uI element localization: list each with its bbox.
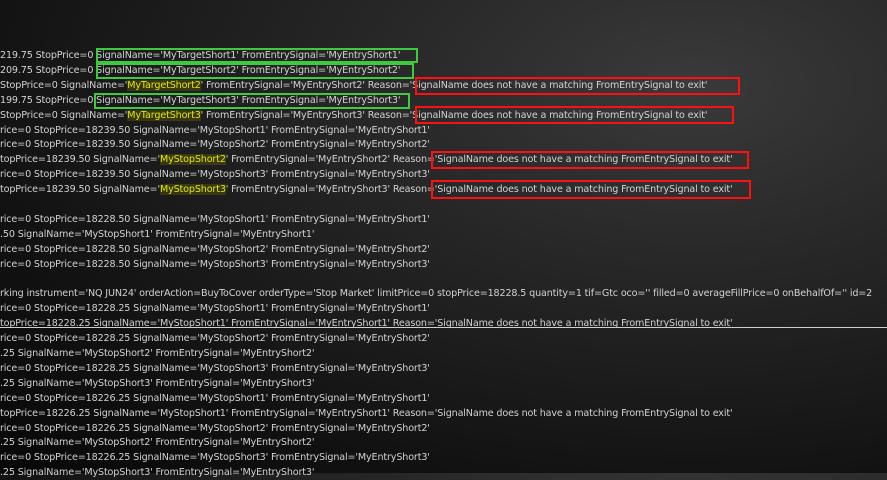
log-line: rice=0 StopPrice=18226.25 SignalName='My… [0, 451, 430, 465]
log-text: rice=0 StopPrice=18239.50 SignalName='My… [0, 139, 430, 151]
highlighted-signal-name: MyStopShort3 [159, 184, 226, 196]
log-text: rice=0 StopPrice=18228.25 SignalName='My… [0, 333, 430, 345]
log-text: rice=0 StopPrice=18226.25 SignalName='My… [0, 422, 430, 434]
log-line: rice=0 StopPrice=18226.25 SignalName='My… [0, 422, 430, 436]
log-text: topPrice=18226.25 SignalName='MyStopShor… [0, 407, 733, 419]
log-line: topPrice=18228.25 SignalName='MyStopShor… [0, 317, 733, 331]
log-line: .25 SignalName='MyStopShort3' FromEntryS… [0, 466, 314, 480]
highlighted-signal-name: MyTargetShort3 [127, 109, 201, 121]
log-text: .50 SignalName='MyStopShort1' FromEntryS… [0, 228, 315, 240]
log-text: rice=0 StopPrice=18228.50 SignalName='My… [0, 258, 430, 270]
log-line: rice=0 StopPrice=18228.50 SignalName='My… [0, 243, 430, 257]
log-line: rking instrument='NQ JUN24' orderAction=… [0, 287, 872, 301]
annotation-box-red [415, 77, 740, 95]
log-text: topPrice=18239.50 SignalName=' [0, 184, 160, 196]
log-text: rice=0 StopPrice=18226.25 SignalName='My… [0, 392, 430, 404]
highlighted-signal-name: MyTargetShort2 [127, 79, 201, 91]
log-text: .25 SignalName='MyStopShort2' FromEntryS… [0, 437, 315, 449]
log-text: rice=0 StopPrice=18228.25 SignalName='My… [0, 362, 430, 374]
log-text: rice=0 StopPrice=18228.50 SignalName='My… [0, 243, 430, 255]
log-line: rice=0 StopPrice=18239.50 SignalName='My… [0, 138, 430, 152]
log-text: rice=0 StopPrice=18239.50 SignalName='My… [0, 169, 430, 181]
log-text: topPrice=18239.50 SignalName=' [0, 154, 160, 166]
log-line: rice=0 StopPrice=18239.50 SignalName='My… [0, 168, 430, 182]
log-line: .25 SignalName='MyStopShort3' FromEntryS… [0, 377, 314, 391]
log-text: rice=0 StopPrice=18228.50 SignalName='My… [0, 213, 430, 225]
log-text: rice=0 StopPrice=18239.50 SignalName='My… [0, 124, 430, 136]
annotation-box-green [96, 63, 414, 79]
annotation-box-red [415, 106, 734, 124]
log-text: rice=0 StopPrice=18228.25 SignalName='My… [0, 303, 430, 315]
log-cursor-separator [0, 327, 887, 328]
annotation-box-red [431, 180, 751, 199]
log-text: .25 SignalName='MyStopShort3' FromEntryS… [0, 377, 315, 389]
log-line: .25 SignalName='MyStopShort2' FromEntryS… [0, 436, 314, 450]
log-line: .25 SignalName='MyStopShort2' FromEntryS… [0, 347, 314, 361]
annotation-box-green [96, 48, 418, 63]
log-line: rice=0 StopPrice=18228.25 SignalName='My… [0, 302, 430, 316]
highlighted-signal-name: MyStopShort2 [159, 154, 226, 166]
log-text: StopPrice=0 SignalName=' [0, 79, 128, 91]
log-line: rice=0 StopPrice=18228.50 SignalName='My… [0, 258, 430, 272]
log-text: rice=0 StopPrice=18226.25 SignalName='My… [0, 452, 430, 464]
log-text: .25 SignalName='MyStopShort2' FromEntryS… [0, 348, 315, 359]
log-text: rking instrument='NQ JUN24' orderAction=… [0, 288, 873, 300]
log-line: topPrice=18226.25 SignalName='MyStopShor… [0, 407, 733, 421]
log-line: rice=0 StopPrice=18228.50 SignalName='My… [0, 213, 430, 227]
log-line: rice=0 StopPrice=18239.50 SignalName='My… [0, 124, 430, 138]
annotation-box-green [94, 93, 410, 109]
log-line: rice=0 StopPrice=18226.25 SignalName='My… [0, 392, 430, 406]
log-line: rice=0 StopPrice=18228.25 SignalName='My… [0, 362, 430, 376]
log-line: rice=0 StopPrice=18228.25 SignalName='My… [0, 332, 430, 346]
annotation-box-red [431, 151, 749, 169]
log-line: .50 SignalName='MyStopShort1' FromEntryS… [0, 228, 314, 242]
log-text: StopPrice=0 SignalName=' [0, 109, 128, 121]
